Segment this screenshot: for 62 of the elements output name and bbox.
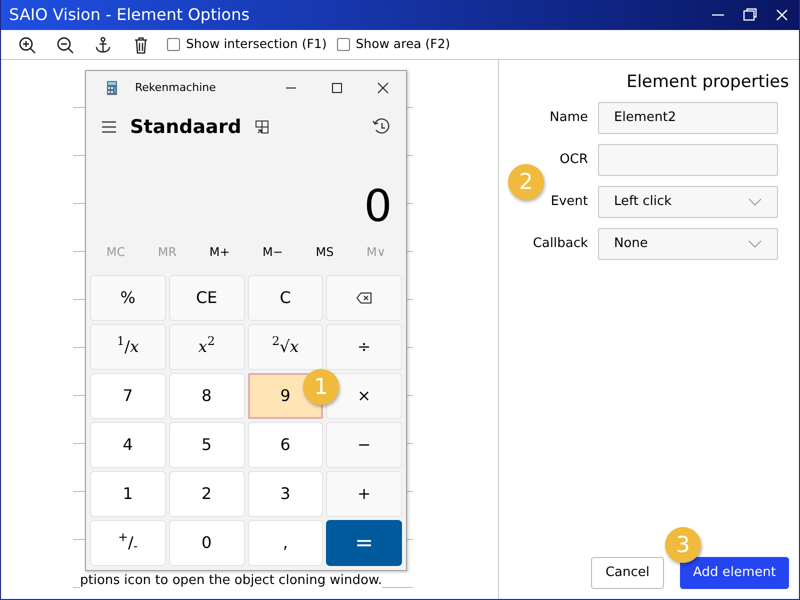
window-title: Rekenmachine <box>135 80 216 96</box>
calculator-key[interactable]: 7 <box>90 373 166 419</box>
close-icon[interactable] <box>376 82 390 94</box>
document-text: ptions icon to open the object cloning window. <box>80 573 382 589</box>
calculator-key[interactable]: CE <box>168 275 244 321</box>
memory-button[interactable]: M− <box>262 243 283 261</box>
restore-icon[interactable] <box>742 7 758 23</box>
zoom-in-icon[interactable] <box>18 36 36 54</box>
memory-button[interactable]: M+ <box>209 243 230 261</box>
checkbox[interactable] <box>167 38 180 51</box>
chevron-down-icon <box>748 198 762 206</box>
chevron-down-icon <box>748 240 762 248</box>
panel-heading: Element properties <box>625 71 789 94</box>
text-field[interactable] <box>598 144 778 176</box>
calculator-key[interactable]: , <box>248 520 324 566</box>
calculator-key[interactable]: 3 <box>248 471 324 517</box>
text-field[interactable]: Element2 <box>598 102 778 134</box>
callout-marker: 2 <box>508 164 544 200</box>
checkbox-label: Show intersection (F1) <box>186 35 327 54</box>
close-icon[interactable] <box>774 7 790 23</box>
anchor-icon[interactable] <box>94 36 112 54</box>
calculator-key[interactable]: − <box>326 422 402 468</box>
field-label: Name <box>548 108 589 127</box>
checkbox-label: Show area (F2) <box>356 35 450 54</box>
maximize-icon[interactable] <box>330 82 344 94</box>
keep-on-top-icon[interactable] <box>255 120 270 134</box>
menu-icon[interactable] <box>102 120 116 134</box>
calculator-key[interactable]: 5 <box>168 422 244 468</box>
calculator-key[interactable]: $^{1}$/x <box>90 324 166 370</box>
memory-button[interactable]: MS <box>316 243 334 261</box>
field-label: Event <box>550 192 589 211</box>
calculator-icon <box>106 81 118 95</box>
dropdown[interactable]: Left click <box>598 186 778 218</box>
calculator-key[interactable]: 4 <box>90 422 166 468</box>
calculator-key[interactable]: = <box>326 520 402 566</box>
window-title: SAIO Vision - Element Options <box>9 4 250 26</box>
calculator-key[interactable]: 1 <box>90 471 166 517</box>
cancel-button[interactable]: Cancel <box>591 557 664 589</box>
trash-icon[interactable] <box>132 36 150 54</box>
dropdown[interactable]: None <box>598 228 778 260</box>
calculator-key[interactable]: + <box>326 471 402 517</box>
calculator-key[interactable]: 2 <box>168 471 244 517</box>
field-label: OCR <box>558 150 589 169</box>
checkbox[interactable] <box>336 38 350 51</box>
calculator-key[interactable]: 6 <box>248 422 324 468</box>
calculator-key[interactable]: 8 <box>168 373 244 419</box>
calculator-key[interactable]: 0 <box>168 520 244 566</box>
calculator-key[interactable]: × <box>326 373 402 419</box>
add-element-button[interactable]: Add element <box>680 557 789 589</box>
calculator-display: 0 <box>364 185 392 229</box>
field-label: Callback <box>532 234 589 253</box>
calculator-mode: Standaard <box>130 114 242 140</box>
zoom-out-icon[interactable] <box>56 36 74 54</box>
history-icon[interactable] <box>372 118 390 136</box>
callout-marker: 3 <box>665 527 701 563</box>
calculator-key[interactable]: $^{+}$/$_{-}$ <box>90 520 166 566</box>
calculator-key[interactable]: $^{2}$√x <box>248 324 324 370</box>
calculator-key[interactable]: C <box>248 275 324 321</box>
calculator-key[interactable]: ÷ <box>326 324 402 370</box>
calculator-key[interactable]: % <box>90 275 166 321</box>
backspace-icon <box>356 292 372 304</box>
calculator-key[interactable]: x$^{2}$ <box>168 324 244 370</box>
